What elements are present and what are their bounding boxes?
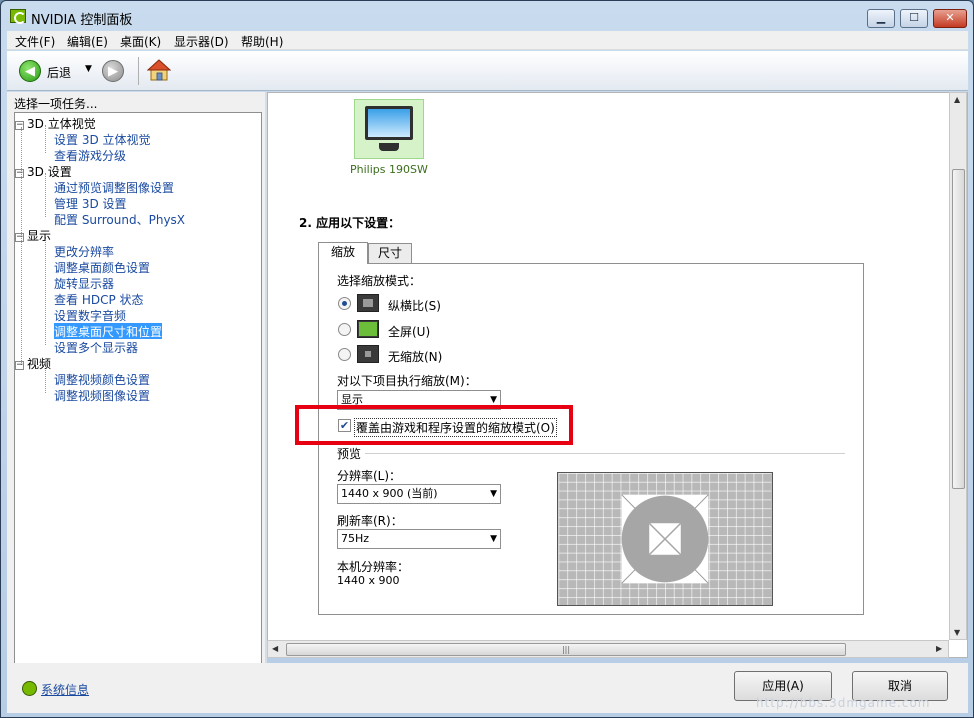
minimize-button[interactable]: ▁: [867, 9, 895, 28]
scaling-mode-label: 选择缩放模式：: [337, 274, 422, 288]
full-screen-label[interactable]: 全屏(U): [388, 323, 430, 340]
radio-full-screen[interactable]: [338, 323, 351, 336]
menu-display[interactable]: 显示器(D): [174, 33, 229, 50]
back-label[interactable]: 后退: [47, 64, 71, 81]
task-header: 选择一项任务...: [14, 97, 98, 111]
scroll-down-icon[interactable]: ▼: [954, 628, 960, 637]
monitor-stand: [379, 143, 399, 151]
no-scaling-label[interactable]: 无缩放(N): [388, 348, 442, 365]
highlight-annotation: [295, 405, 573, 445]
chevron-down-icon: ▼: [490, 489, 497, 499]
toolbar-separator: [138, 57, 139, 85]
tree-item-hdcp-status[interactable]: 查看 HDCP 状态: [54, 291, 144, 307]
display-tile[interactable]: [354, 99, 424, 159]
toolbar: ◀ 后退 ▼ ▶: [7, 51, 968, 91]
content-area: Philips 190SW 2. 应用以下设置： 缩放 尺寸 选择缩放模式： 纵…: [267, 92, 968, 658]
aspect-ratio-label[interactable]: 纵横比(S): [388, 297, 441, 314]
vertical-scroll-thumb[interactable]: [952, 169, 965, 489]
tree-item-change-resolution[interactable]: 更改分辨率: [54, 243, 114, 259]
scroll-left-icon[interactable]: ◀: [272, 644, 278, 653]
native-resolution-value: 1440 x 900: [337, 574, 400, 587]
nvidia-control-panel-window: NVIDIA 控制面板 ▁ ☐ ✕ 文件(F) 编辑(E) 桌面(K) 显示器(…: [0, 0, 974, 718]
arrow-left-icon: ◀: [25, 64, 35, 79]
section-title: 2. 应用以下设置：: [299, 216, 401, 230]
tab-size[interactable]: 尺寸: [368, 243, 412, 263]
tree-item-video-image[interactable]: 调整视频图像设置: [54, 387, 150, 403]
resolution-select[interactable]: 1440 x 900 (当前) ▼: [337, 484, 501, 504]
close-button[interactable]: ✕: [933, 9, 967, 28]
menu-help[interactable]: 帮助(H): [241, 33, 283, 50]
tree-category-3d-settings[interactable]: −3D 设置: [15, 163, 72, 179]
menu-edit[interactable]: 编辑(E): [67, 33, 108, 50]
system-info-icon[interactable]: [22, 681, 37, 696]
tree-category-video[interactable]: − 视频: [15, 355, 51, 371]
menu-desktop[interactable]: 桌面(K): [120, 33, 161, 50]
tree-category-display[interactable]: − 显示: [15, 227, 51, 243]
tree-item-digital-audio[interactable]: 设置数字音频: [54, 307, 126, 323]
refresh-rate-select[interactable]: 75Hz ▼: [337, 529, 501, 549]
aspect-ratio-icon: [357, 294, 379, 312]
menu-bar: 文件(F) 编辑(E) 桌面(K) 显示器(D) 帮助(H): [7, 31, 968, 50]
tree-line: [45, 237, 46, 345]
collapse-icon[interactable]: −: [15, 121, 24, 130]
forward-button[interactable]: ▶: [102, 60, 124, 82]
window-title: NVIDIA 控制面板: [31, 13, 133, 28]
tree-item-desktop-size-position[interactable]: 调整桌面尺寸和位置: [54, 323, 163, 339]
tree-item-multiple-displays[interactable]: 设置多个显示器: [54, 339, 138, 355]
vertical-scrollbar[interactable]: ▲ ▼: [949, 92, 967, 640]
scroll-right-icon[interactable]: ▶: [936, 644, 942, 653]
scaling-preview-image: [557, 472, 773, 606]
collapse-icon[interactable]: −: [15, 361, 24, 370]
tree-item-surround-physx[interactable]: 配置 Surround、PhysX: [54, 211, 185, 227]
refresh-rate-label: 刷新率(R)：: [337, 514, 403, 528]
maximize-button[interactable]: ☐: [900, 9, 928, 28]
back-button[interactable]: ◀: [19, 60, 41, 82]
collapse-icon[interactable]: −: [15, 233, 24, 242]
tree-item-game-ratings[interactable]: 查看游戏分级: [54, 147, 126, 163]
tree-item-setup-stereo[interactable]: 设置 3D 立体视觉: [54, 131, 151, 147]
full-screen-icon: [357, 320, 379, 338]
system-info-link[interactable]: 系统信息: [41, 681, 89, 698]
home-icon[interactable]: [147, 59, 171, 81]
horizontal-scrollbar[interactable]: ◀ ||| ▶: [267, 640, 949, 658]
native-resolution-label: 本机分辨率：: [337, 560, 410, 574]
preview-label: 预览: [337, 445, 366, 462]
tree-item-rotate-display[interactable]: 旋转显示器: [54, 275, 114, 291]
tree-item-desktop-color[interactable]: 调整桌面颜色设置: [54, 259, 150, 275]
task-tree: −3D 立体视觉 设置 3D 立体视觉 查看游戏分级 −3D 设置 通过预览调整…: [14, 112, 262, 664]
nvidia-logo-icon: [10, 9, 26, 24]
history-dropdown-icon[interactable]: ▼: [85, 64, 92, 74]
watermark-text: http://bbs.3dmgame.com: [756, 696, 931, 710]
resolution-label: 分辨率(L)：: [337, 469, 402, 483]
chevron-down-icon: ▼: [490, 534, 497, 544]
monitor-icon: [365, 106, 413, 140]
tree-item-manage-3d[interactable]: 管理 3D 设置: [54, 195, 127, 211]
collapse-icon[interactable]: −: [15, 169, 24, 178]
tree-item-video-color[interactable]: 调整视频颜色设置: [54, 371, 150, 387]
task-panel: 选择一项任务... −3D 立体视觉 设置 3D 立体视觉 查看游戏分级 −3D…: [7, 92, 265, 664]
horizontal-scroll-thumb[interactable]: |||: [286, 643, 846, 656]
radio-no-scaling[interactable]: [338, 348, 351, 361]
tree-category-3d-stereo[interactable]: −3D 立体视觉: [15, 115, 96, 131]
tree-item-preview-image[interactable]: 通过预览调整图像设置: [54, 179, 174, 195]
perform-scaling-label: 对以下项目执行缩放(M)：: [337, 374, 477, 388]
no-scaling-icon: [357, 345, 379, 363]
display-name: Philips 190SW: [350, 163, 428, 176]
arrow-right-icon: ▶: [108, 64, 118, 79]
title-bar: NVIDIA 控制面板 ▁ ☐ ✕: [1, 1, 973, 31]
tree-line: [45, 173, 46, 217]
menu-file[interactable]: 文件(F): [15, 33, 55, 50]
preview-group-line: [339, 453, 845, 454]
radio-aspect-ratio[interactable]: [338, 297, 351, 310]
tab-scaling[interactable]: 缩放: [318, 242, 368, 264]
scroll-up-icon[interactable]: ▲: [954, 95, 960, 104]
